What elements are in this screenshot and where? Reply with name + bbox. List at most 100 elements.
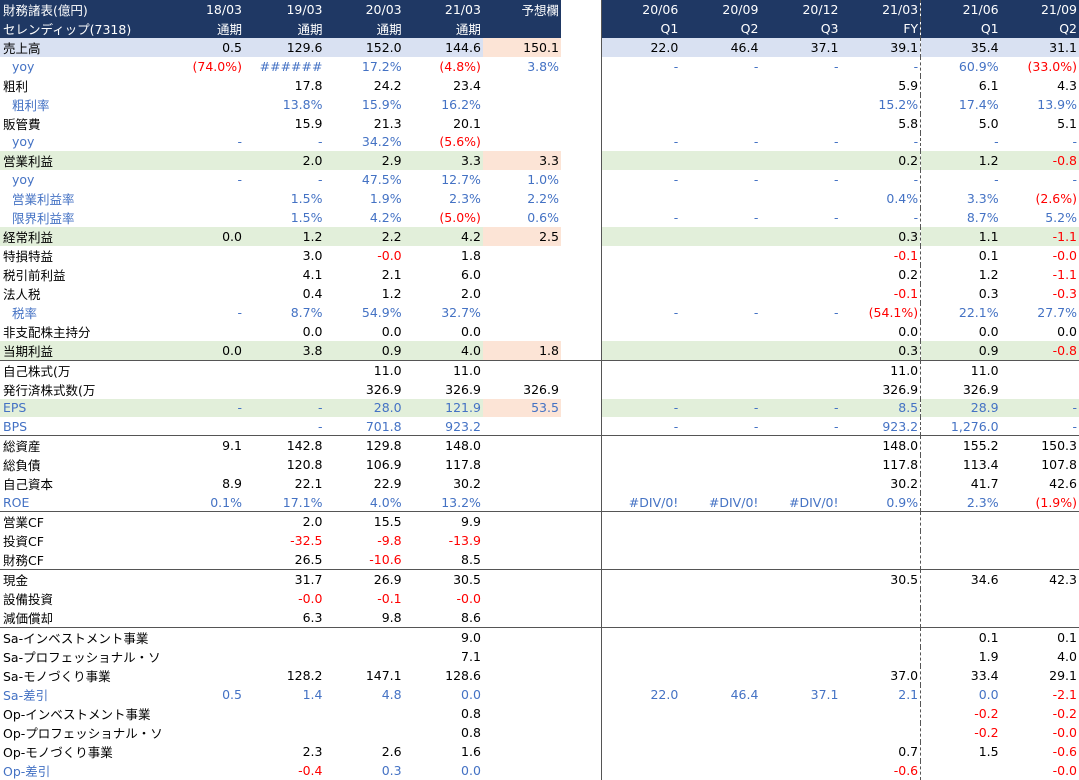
table-cell: - <box>237 171 242 187</box>
table-cell <box>560 685 602 704</box>
table-cell: 148.0 <box>840 435 921 455</box>
row-label: 限界利益率 <box>12 210 75 226</box>
table-cell: 2.2 <box>324 226 404 246</box>
header-cell: Q2 <box>1000 19 1079 38</box>
table-cell <box>600 704 681 723</box>
table-cell <box>483 685 561 704</box>
table-cell: -0.0 <box>1052 247 1077 263</box>
table-cell <box>760 531 840 550</box>
table-cell: (2.6%) <box>1035 190 1077 206</box>
table-cell <box>760 474 840 493</box>
table-cell: 128.2 <box>286 668 323 683</box>
table-row: 総負債 120.8 106.9 117.8 117.8 113.4 107.8 <box>0 455 1079 474</box>
table-cell: 6.0 <box>461 266 481 282</box>
header-cell: Q2 <box>680 19 761 38</box>
table-cell: 4.1 <box>302 266 323 282</box>
table-cell <box>560 283 602 303</box>
table-cell: -1.1 <box>1052 266 1077 282</box>
table-cell: (5.6%) <box>439 134 481 150</box>
table-cell: - <box>833 134 839 150</box>
table-cell: 2.5 <box>482 226 561 246</box>
table-cell: 8.6 <box>461 610 481 625</box>
table-cell: -10.6 <box>369 552 402 567</box>
table-cell <box>600 608 681 628</box>
table-cell <box>840 627 921 647</box>
table-cell <box>760 723 840 742</box>
table-cell <box>483 493 561 512</box>
table-cell: - <box>753 134 759 150</box>
table-row: Op-プロフェッショナル・ソ 0.8 -0.2 -0.0 <box>0 723 1079 742</box>
table-cell: 4.0% <box>369 494 402 510</box>
table-cell <box>165 114 244 133</box>
table-cell: - <box>243 398 325 417</box>
table-cell: 34.2% <box>361 134 402 150</box>
table-cell <box>841 704 921 723</box>
table-cell: - <box>833 418 839 434</box>
table-row: Op-インベストメント事業 0.8 -0.2 -0.2 <box>0 704 1079 723</box>
table-cell: -9.8 <box>377 533 402 548</box>
table-cell: 15.9% <box>361 96 402 112</box>
table-cell: 6.3 <box>302 610 323 625</box>
table-cell <box>600 569 681 589</box>
table-cell: 1.9 <box>920 647 1001 666</box>
table-cell <box>560 151 602 170</box>
table-row: Sa-インベストメント事業 9.0 0.1 0.1 <box>0 627 1079 647</box>
table-cell <box>680 608 760 628</box>
table-cell: 9.0 <box>403 627 483 647</box>
header-cell: 21/03 <box>403 0 483 19</box>
table-cell: 0.0 <box>164 340 244 360</box>
table-row: 売上高 0.5 129.6 152.0 144.6 150.1 22.0 46.4 37.1 39… <box>0 38 1079 57</box>
table-row: ROE 0.1% 17.1% 4.0% 13.2% #DIV/0! #DIV/0! #DIV/… <box>0 493 1079 512</box>
table-cell: 15.9 <box>294 115 323 131</box>
table-cell <box>760 322 840 341</box>
table-cell <box>680 265 760 284</box>
table-cell <box>165 531 244 550</box>
table-cell: 0.9 <box>324 340 404 360</box>
table-cell: 37.1 <box>760 38 841 57</box>
table-cell: 1.8 <box>482 340 561 360</box>
table-cell: 120.8 <box>286 457 323 472</box>
table-cell <box>560 188 602 208</box>
table-cell: 32.7% <box>441 304 481 320</box>
table-cell: 22.1 <box>294 476 323 491</box>
table-cell <box>483 531 561 550</box>
table-cell <box>600 761 681 780</box>
table-cell <box>483 303 561 322</box>
row-label: Op-インベストメント事業 <box>3 707 151 722</box>
table-cell <box>760 704 840 723</box>
table-cell: - <box>753 171 759 187</box>
table-cell: 22.9 <box>373 476 402 491</box>
table-row: 営業利益 2.0 2.9 3.3 3.3 0.2 1.2 -0.8 <box>0 151 1079 170</box>
row-label: Sa-モノづくり事業 <box>3 669 111 684</box>
table-cell: 27.7% <box>1037 304 1077 320</box>
table-cell <box>680 627 761 647</box>
table-row: 投資CF -32.5 -9.8 -13.9 <box>0 531 1079 550</box>
table-cell: 0.9 <box>920 340 1001 360</box>
table-cell: 5.2% <box>1045 209 1077 225</box>
table-cell: 15.2% <box>878 96 919 112</box>
table-cell <box>483 742 561 761</box>
table-row: 営業CF 2.0 15.5 9.9 <box>0 511 1079 531</box>
table-cell <box>324 704 403 723</box>
table-cell <box>560 245 602 265</box>
table-cell <box>482 627 561 647</box>
table-cell: 0.0 <box>461 687 481 702</box>
table-cell: 107.8 <box>1041 457 1077 472</box>
table-cell: 37.0 <box>890 668 919 683</box>
table-cell <box>165 265 244 284</box>
table-row: Sa-プロフェッショナル・ソ 7.1 1.9 4.0 <box>0 647 1079 666</box>
table-cell: -0.3 <box>1052 285 1077 301</box>
table-cell: -0.4 <box>298 763 323 778</box>
table-cell: -2.1 <box>1052 687 1077 702</box>
table-cell <box>483 647 561 666</box>
table-cell: 1.1 <box>920 226 1001 246</box>
table-cell: 2.2% <box>527 190 559 206</box>
table-cell: 30.2 <box>453 476 481 491</box>
table-cell: 26.5 <box>294 552 323 567</box>
table-cell: - <box>600 417 681 436</box>
table-cell: -0.0 <box>1052 763 1077 778</box>
table-cell <box>483 589 561 608</box>
table-cell: 0.0 <box>164 226 244 246</box>
table-cell: 0.0 <box>381 323 402 339</box>
table-row: 営業利益率 1.5% 1.9% 2.3% 2.2% 0.4% 3.3% (2.6%) <box>0 188 1079 208</box>
